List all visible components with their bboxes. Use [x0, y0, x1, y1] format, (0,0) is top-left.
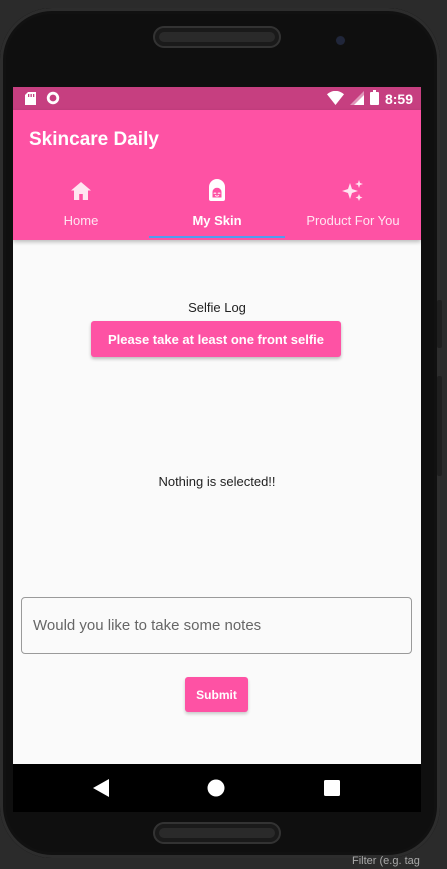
my-skin-page: Selfie Log Please take at least one fron… [13, 240, 421, 764]
wifi-icon [326, 90, 344, 108]
volume-button[interactable] [437, 300, 442, 348]
tab-product-label: Product For You [306, 213, 400, 228]
power-button[interactable] [437, 376, 442, 476]
record-icon [46, 91, 60, 110]
front-camera [336, 36, 345, 45]
status-bar: 8:59 [13, 87, 421, 110]
filter-hint-text: Filter (e.g. tag [352, 855, 420, 867]
home-circle-icon[interactable] [186, 764, 246, 812]
home-icon [71, 177, 91, 205]
emulator-frame: 8:59 Skincare Daily Home My Skin Product… [0, 8, 442, 858]
tab-bar: Home My Skin Product For You [13, 177, 421, 240]
selfie-log-label: Selfie Log [188, 300, 246, 315]
device-screen: 8:59 Skincare Daily Home My Skin Product… [13, 87, 421, 812]
system-nav-bar [13, 764, 421, 812]
tab-home-label: Home [63, 213, 99, 228]
sd-card-icon [25, 91, 36, 110]
face-icon [205, 177, 229, 205]
notes-input[interactable] [21, 597, 412, 654]
bottom-speaker [153, 822, 281, 844]
tab-home[interactable]: Home [13, 177, 149, 240]
take-selfie-button[interactable]: Please take at least one front selfie [91, 321, 341, 357]
back-icon[interactable] [71, 764, 131, 812]
top-speaker [153, 26, 281, 48]
signal-icon [349, 90, 364, 108]
app-title: Skincare Daily [29, 129, 159, 150]
app-bar: Skincare Daily Home My Skin Product For … [13, 110, 421, 240]
battery-icon [369, 90, 379, 108]
submit-button[interactable]: Submit [185, 677, 248, 712]
tab-my-skin-label: My Skin [192, 213, 242, 228]
sparkles-icon [341, 177, 365, 205]
tab-product-for-you[interactable]: Product For You [285, 177, 421, 240]
active-tab-indicator [149, 236, 285, 238]
status-time: 8:59 [384, 91, 413, 107]
empty-selection-message: Nothing is selected!! [158, 474, 276, 489]
recents-icon[interactable] [302, 764, 362, 812]
tab-my-skin[interactable]: My Skin [149, 177, 285, 240]
